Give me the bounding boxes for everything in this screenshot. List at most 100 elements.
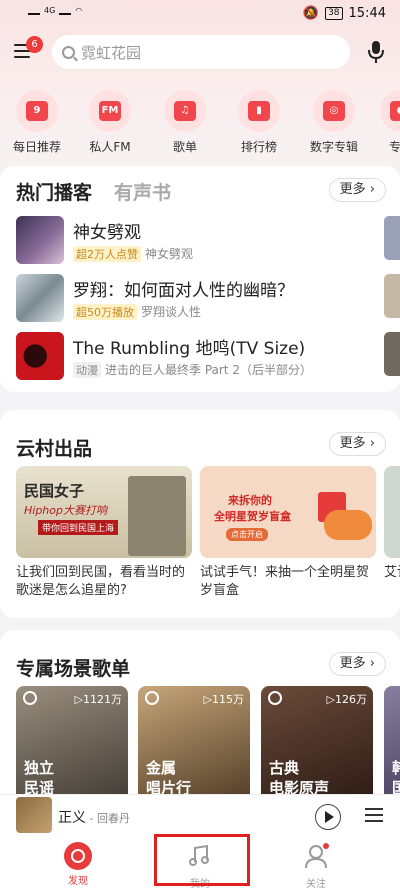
status-bar: 4G ◠ 🔕 38 15:44: [0, 0, 400, 28]
section-title[interactable]: 热门播客: [16, 178, 92, 205]
yuncun-image: [384, 466, 400, 558]
image-headline: 来拆你的: [228, 494, 272, 507]
tab-follow[interactable]: 关注: [276, 842, 356, 888]
user-icon: [305, 843, 329, 869]
playlist-cover[interactable]: ▷126万 古典 电影原声: [261, 686, 373, 800]
shortcut-label: 歌单: [172, 140, 197, 154]
podcast-tag: 超2万人点赞: [73, 245, 141, 262]
yuncun-caption: 艾记: [384, 565, 400, 580]
playlist-name: 金属 唱片行: [146, 759, 192, 797]
tab-label: 关注: [306, 879, 326, 888]
hot-podcast-card: 热门播客 有声书 更多 › 神女劈观 超2万人点赞 神女劈观 罗翔：如何面对人性的…: [0, 166, 400, 392]
mute-icon: 🔕: [302, 6, 320, 21]
section-title: 云村出品: [16, 438, 93, 460]
netease-logo-icon: [23, 691, 37, 705]
more-button[interactable]: 更多 ›: [328, 652, 386, 676]
next-card-peek: [384, 332, 400, 376]
yuncun-card: 云村出品 更多 › 民国女子 Hiphop大赛打响 带你回到民国上海 让我们回到…: [0, 410, 400, 618]
playlist-icon: ♫: [174, 101, 196, 121]
playlist-name: 韩 国: [392, 759, 400, 797]
playlist-name: 古典 电影原声: [269, 759, 330, 797]
podcast-item[interactable]: 神女劈观 超2万人点赞 神女劈观: [16, 216, 396, 266]
calendar-icon: 9: [26, 101, 48, 121]
shortcut-row: 9 每日推荐 FM 私人FM ♫ 歌单 ▮ 排行榜 ◎ 数字专辑 ◐ 专注: [0, 90, 400, 160]
podcast-subtitle: 进击的巨人最终季 Part 2（后半部分）: [105, 363, 312, 377]
playlist-queue-icon[interactable]: [365, 807, 383, 823]
podcast-subtitle: 神女劈观: [145, 247, 194, 261]
playlist-cover[interactable]: ▷115万 金属 唱片行: [138, 686, 250, 800]
network-type: 4G: [44, 6, 56, 15]
song-title: 正义: [58, 810, 86, 826]
radio-icon: FM: [99, 101, 121, 121]
image-headline: 民国女子: [24, 482, 85, 500]
image-subhead: 全明星贺岁盲盒: [214, 510, 291, 523]
search-icon: [62, 45, 75, 59]
battery-icon: 38: [325, 7, 343, 20]
yuncun-image: 来拆你的 全明星贺岁盲盒 点击开启: [200, 466, 376, 558]
yuncun-image: 民国女子 Hiphop大赛打响 带你回到民国上海: [16, 466, 192, 558]
image-subhead: Hiphop大赛打响: [24, 504, 107, 517]
tab-label: 发现: [68, 876, 88, 887]
netease-logo-icon: [64, 842, 92, 870]
podcast-cover: [16, 332, 64, 380]
signal-icon: [28, 6, 40, 15]
podcast-tag: 超50万播放: [73, 303, 137, 320]
yuncun-item[interactable]: 民国女子 Hiphop大赛打响 带你回到民国上海 让我们回到民国，看看当时的歌迷…: [16, 466, 192, 600]
section-title: 专属场景歌单: [16, 658, 131, 680]
signal-indicators: 4G ◠: [28, 6, 82, 15]
yuncun-item[interactable]: 艾记: [384, 466, 400, 582]
next-card-peek: [384, 274, 400, 318]
album-icon: ◎: [323, 101, 345, 121]
podcast-item[interactable]: 罗翔：如何面对人性的幽暗？ 超50万播放 罗翔谈人性: [16, 274, 396, 324]
yuncun-item[interactable]: 来拆你的 全明星贺岁盲盒 点击开启 试试手气！来抽一个全明星贺岁盲盒: [200, 466, 376, 600]
mini-player[interactable]: 正义 - 回春丹: [0, 794, 400, 838]
scene-playlist-card: 专属场景歌单 更多 › ▷1121万 独立 民谣 ▷115万 金属 唱片行 ▷1…: [0, 630, 400, 800]
image-banner: 带你回到民国上海: [38, 520, 119, 535]
clock: 15:44: [348, 6, 386, 21]
notification-badge: 6: [26, 36, 43, 53]
playlist-cover[interactable]: 韩 国: [384, 686, 400, 800]
shortcut-label: 专注: [388, 140, 400, 154]
album-art: [16, 797, 52, 833]
yuncun-caption: 试试手气！来抽一个全明星贺岁盲盒: [200, 565, 370, 598]
image-building: [128, 476, 186, 556]
search-input[interactable]: 霓虹花园: [52, 35, 350, 69]
more-button[interactable]: 更多 ›: [328, 178, 386, 202]
podcast-subtitle: 罗翔谈人性: [141, 305, 202, 319]
play-count: ▷1121万: [74, 693, 122, 706]
wifi-icon: ◠: [75, 6, 83, 15]
play-button[interactable]: [315, 804, 341, 830]
song-artist: - 回春丹: [86, 812, 130, 825]
netease-logo-icon: [268, 691, 282, 705]
highlight-box: [154, 834, 250, 886]
shortcut-ranking[interactable]: ▮ 排行榜: [222, 90, 296, 155]
shortcut-daily[interactable]: 9 每日推荐: [0, 90, 74, 155]
shortcut-focus[interactable]: ◐ 专注: [364, 90, 400, 155]
section-title-audiobook[interactable]: 有声书: [114, 178, 171, 205]
search-placeholder: 霓虹花园: [81, 43, 142, 62]
more-button[interactable]: 更多 ›: [328, 432, 386, 456]
shortcut-label: 排行榜: [240, 140, 277, 154]
shortcut-label: 每日推荐: [12, 140, 61, 154]
play-count: ▷115万: [203, 693, 244, 706]
next-card-peek: [384, 216, 400, 260]
podcast-cover: [16, 274, 64, 322]
shortcut-label: 数字专辑: [309, 140, 358, 154]
image-banner: 点击开启: [226, 528, 268, 541]
shortcut-playlist[interactable]: ♫ 歌单: [148, 90, 222, 155]
microphone-icon[interactable]: [368, 40, 384, 64]
shortcut-label: 私人FM: [89, 140, 131, 154]
signal-icon-2: [59, 6, 72, 15]
chart-bars-icon: ▮: [248, 101, 270, 121]
netease-logo-icon: [145, 691, 159, 705]
shortcut-digital-album[interactable]: ◎ 数字专辑: [297, 90, 371, 155]
playlist-cover[interactable]: ▷1121万 独立 民谣: [16, 686, 128, 800]
podcast-title: The Rumbling 地鸣(TV Size): [73, 339, 306, 359]
podcast-item[interactable]: The Rumbling 地鸣(TV Size) 动漫 进击的巨人最终季 Part…: [16, 332, 396, 382]
shortcut-fm[interactable]: FM 私人FM: [73, 90, 147, 155]
tiger-figure: [324, 510, 372, 540]
podcast-tag: 动漫: [73, 361, 101, 378]
play-count: ▷126万: [326, 693, 367, 706]
playlist-name: 独立 民谣: [24, 759, 55, 797]
tab-discover[interactable]: 发现: [38, 842, 118, 887]
